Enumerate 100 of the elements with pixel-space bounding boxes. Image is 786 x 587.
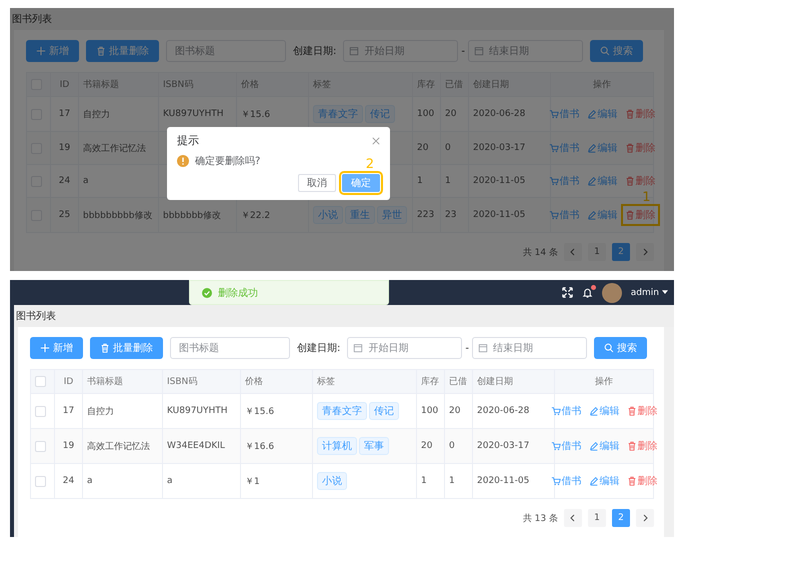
table-cell: 2020-03-17 — [477, 441, 530, 451]
delete-link[interactable]: 删除 — [624, 173, 656, 189]
column-header: 书籍标题 — [87, 377, 123, 387]
delete-link[interactable]: 删除 — [626, 473, 658, 489]
chevron-left-icon — [569, 514, 577, 522]
edit-link[interactable]: 编辑 — [586, 207, 618, 223]
page-button[interactable]: 1 — [588, 509, 606, 527]
pencil-icon — [586, 143, 596, 153]
edit-link[interactable]: 编辑 — [586, 140, 618, 156]
table-cell: 1 — [449, 476, 455, 486]
plus-icon — [36, 46, 46, 56]
trash-icon — [624, 109, 634, 119]
page-button[interactable]: 1 — [588, 243, 606, 261]
borrow-link[interactable]: 借书 — [550, 473, 582, 489]
total-count: 共 14 条 — [522, 246, 558, 258]
page-button[interactable]: 2 — [612, 509, 630, 527]
start-date-field[interactable]: 开始日期 — [343, 40, 458, 62]
end-date-field[interactable]: 结束日期 — [468, 40, 583, 62]
title-search-field[interactable]: 图书标题 — [166, 40, 286, 62]
trash-icon — [624, 143, 634, 153]
edit-link[interactable]: 编辑 — [586, 106, 618, 122]
table-cell: 19 — [58, 143, 70, 153]
warning-icon — [177, 155, 189, 167]
table-cell: KU897UYHTH — [167, 406, 228, 416]
pencil-icon — [586, 109, 596, 119]
add-button[interactable]: 新增 — [30, 337, 83, 359]
tag: 重生 — [345, 206, 375, 224]
column-header: 书籍标题 — [83, 80, 119, 90]
page-button[interactable]: 2 — [612, 243, 630, 261]
cart-icon — [548, 176, 558, 186]
previous-page-button[interactable] — [564, 509, 582, 527]
table-cell: bbbbbbb修改 — [163, 210, 221, 220]
row-checkbox[interactable] — [35, 406, 46, 416]
borrow-link[interactable]: 借书 — [548, 140, 580, 156]
avatar-circle[interactable] — [602, 282, 622, 302]
bell-icon[interactable] — [582, 287, 593, 298]
edit-link[interactable]: 编辑 — [586, 173, 618, 189]
table-cell: 2020-06-28 — [477, 406, 530, 416]
delete-link[interactable]: 删除 — [624, 140, 656, 156]
table-cell: 20 — [417, 143, 428, 153]
check-circle-icon — [202, 288, 212, 298]
cancel-button[interactable]: 取消 — [298, 174, 336, 192]
plus-icon — [40, 343, 50, 353]
next-page-button[interactable] — [636, 243, 654, 261]
table-cell: 17 — [58, 109, 70, 119]
edit-link[interactable]: 编辑 — [588, 438, 620, 454]
end-date-field[interactable]: 结束日期 — [472, 337, 587, 359]
column-header: ISBN码 — [163, 80, 194, 90]
row-checkbox[interactable] — [35, 476, 46, 486]
tag: 传记 — [365, 105, 395, 123]
delete-link[interactable]: 删除 — [624, 207, 656, 223]
search-button[interactable]: 搜索 — [590, 40, 643, 62]
edit-link[interactable]: 编辑 — [588, 473, 620, 489]
column-header: 价格 — [245, 377, 263, 387]
borrow-link[interactable]: 借书 — [550, 403, 582, 419]
column-header: 标签 — [313, 80, 331, 90]
cart-icon — [548, 109, 558, 119]
delete-link[interactable]: 删除 — [626, 403, 658, 419]
table-cell: 25 — [58, 210, 70, 220]
tag: 传记 — [369, 402, 399, 420]
borrow-link[interactable]: 借书 — [548, 207, 580, 223]
tag: 军事 — [359, 437, 389, 455]
confirm-button[interactable]: 确定 — [342, 174, 380, 192]
tag: 青春文字 — [317, 402, 367, 420]
delete-link[interactable]: 删除 — [624, 106, 656, 122]
fullscreen-icon[interactable] — [562, 287, 573, 298]
edit-link[interactable]: 编辑 — [588, 403, 620, 419]
date-separator: - — [461, 46, 465, 56]
delete-link[interactable]: 删除 — [626, 438, 658, 454]
table-cell: 1 — [445, 176, 451, 186]
start-date-field[interactable]: 开始日期 — [347, 337, 462, 359]
table-cell: 1 — [421, 476, 427, 486]
table-cell: a — [83, 176, 89, 186]
table-cell: 2020-03-17 — [473, 143, 526, 153]
search-button[interactable]: 搜索 — [594, 337, 647, 359]
date-label: 创建日期: — [297, 342, 340, 355]
batch-delete-button[interactable]: 批量删除 — [90, 337, 163, 359]
total-count: 共 13 条 — [522, 512, 558, 524]
borrow-link[interactable]: 借书 — [548, 106, 580, 122]
tag: 小说 — [313, 206, 343, 224]
add-button[interactable]: 新增 — [26, 40, 79, 62]
select-all-checkbox[interactable] — [35, 376, 46, 387]
user-menu[interactable]: admin — [630, 288, 668, 298]
next-page-button[interactable] — [636, 509, 654, 527]
row-checkbox[interactable] — [35, 440, 46, 452]
borrow-link[interactable]: 借书 — [548, 173, 580, 189]
table-cell: 1 — [417, 176, 423, 186]
title-search-field[interactable]: 图书标题 — [170, 337, 290, 359]
table-cell: 2020-11-05 — [477, 476, 530, 486]
close-icon[interactable] — [372, 136, 380, 144]
batch-delete-button[interactable]: 批量删除 — [86, 40, 159, 62]
annotation-number: 1 — [642, 190, 650, 205]
previous-page-button[interactable] — [564, 243, 582, 261]
table-cell: 19 — [62, 441, 74, 451]
trash-icon — [624, 176, 634, 186]
caret-icon — [662, 290, 668, 295]
table-cell: ￥1 — [245, 476, 260, 486]
chevron-left-icon — [569, 248, 577, 256]
search-icon — [604, 343, 614, 353]
borrow-link[interactable]: 借书 — [550, 438, 582, 454]
